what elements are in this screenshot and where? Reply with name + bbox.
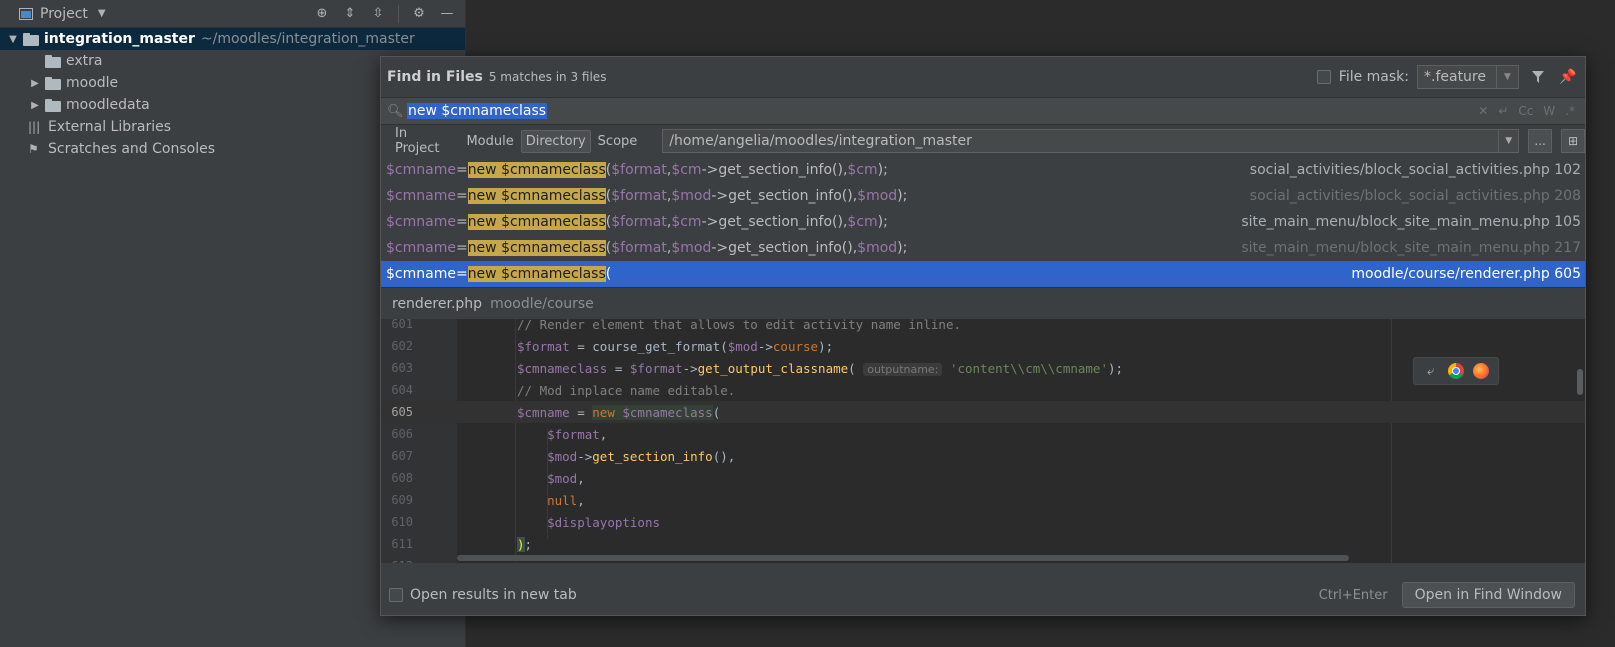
collapse-all-icon[interactable]: ⇳: [370, 6, 386, 22]
library-icon: |||: [28, 120, 41, 134]
result-file: social_activities/block_social_activitie…: [1249, 162, 1581, 178]
horizontal-scrollbar[interactable]: [457, 555, 1349, 561]
expand-all-icon[interactable]: ⇕: [342, 6, 358, 22]
locate-icon[interactable]: ⊕: [314, 6, 330, 22]
tree-item-label: External Libraries: [48, 119, 171, 135]
code-line: 606 $format,: [391, 426, 608, 442]
project-panel-title[interactable]: Project: [40, 6, 88, 22]
folder-icon: [45, 99, 61, 112]
directory-combo[interactable]: /home/angelia/moodles/integration_master…: [662, 129, 1520, 153]
whole-words-toggle[interactable]: W: [1543, 104, 1555, 118]
folder-icon: [45, 55, 61, 68]
result-row[interactable]: $cmname = new $cmnameclass($format, $mod…: [381, 235, 1585, 261]
file-mask-combo[interactable]: *.feature ▼: [1417, 65, 1519, 89]
match-highlight: new $cmnameclass: [467, 188, 606, 204]
result-file: social_activities/block_social_activitie…: [1249, 188, 1581, 204]
scope-tab-directory[interactable]: Directory: [520, 129, 591, 153]
result-row[interactable]: $cmname = new $cmnameclass($format, $mod…: [381, 183, 1585, 209]
match-highlight: new $cmnameclass: [467, 240, 606, 256]
code-line-current: 605 $cmname = new $cmnameclass(: [381, 401, 1585, 423]
code-line: 610 $displayoptions: [391, 514, 660, 530]
shortcut-hint: Ctrl+Enter: [1318, 587, 1388, 603]
open-in-new-tab-checkbox[interactable]: [389, 588, 403, 602]
search-icon[interactable]: 🔍︎: [387, 104, 407, 119]
tree-item-label: integration_master: [44, 31, 195, 47]
code-line: 602 $format = course_get_format($mod->co…: [391, 338, 834, 354]
scope-bar: In Project Module Directory Scope /home/…: [381, 123, 1586, 159]
filter-icon[interactable]: [1527, 66, 1549, 88]
tree-item-label: moodle: [66, 75, 119, 91]
file-mask-checkbox[interactable]: [1316, 70, 1331, 84]
file-mask-label[interactable]: File mask:: [1339, 69, 1409, 85]
result-file: site_main_menu/block_site_main_menu.php …: [1241, 240, 1581, 256]
result-row-selected[interactable]: $cmname = new $cmnameclass( moodle/cours…: [381, 261, 1585, 287]
find-dialog-title: Find in Files: [387, 69, 483, 85]
search-input[interactable]: new $cmnameclass: [407, 103, 548, 119]
match-highlight: new $cmnameclass: [467, 214, 606, 230]
vertical-scrollbar[interactable]: [1577, 369, 1583, 395]
match-count: 5 matches in 3 files: [488, 70, 607, 84]
result-row[interactable]: $cmname = new $cmnameclass($format, $cm -…: [381, 157, 1585, 183]
scope-tab-scope[interactable]: Scope: [594, 131, 642, 152]
soft-wrap-icon[interactable]: ⤶: [1423, 363, 1439, 379]
preview-header: renderer.php moodle/course: [381, 287, 1585, 319]
find-dialog-header: Find in Files 5 matches in 3 files File …: [381, 57, 1585, 97]
find-dialog-footer: Open results in new tab Ctrl+Enter Open …: [381, 575, 1585, 615]
chevron-down-icon[interactable]: ▼: [1498, 130, 1518, 152]
tree-item-label: moodledata: [66, 97, 150, 113]
project-window-icon: [18, 6, 34, 22]
chevron-right-icon[interactable]: ▶: [28, 78, 42, 89]
code-line: 607 $mod->get_section_info(),: [391, 448, 736, 464]
recursive-icon[interactable]: ⊞: [1561, 129, 1586, 153]
project-panel-header: Project ▼ ⊕ ⇕ ⇳ ⚙ —: [0, 0, 465, 28]
scope-tab-in-project[interactable]: In Project: [391, 123, 459, 159]
chevron-down-icon[interactable]: ▼: [98, 8, 106, 19]
chevron-down-icon[interactable]: ▼: [6, 34, 20, 45]
code-line: 604 // Mod inplace name editable.: [391, 382, 736, 398]
tree-item-integration-master[interactable]: ▼ integration_master ~/moodles/integrati…: [0, 28, 465, 50]
regex-toggle[interactable]: .*: [1565, 104, 1575, 118]
result-file: moodle/course/renderer.php 605: [1351, 266, 1581, 282]
open-in-find-window-button[interactable]: Open in Find Window: [1401, 582, 1575, 608]
browse-button[interactable]: ...: [1528, 129, 1553, 153]
code-line: 611 );: [391, 536, 533, 552]
results-list: $cmname = new $cmnameclass($format, $cm -…: [381, 157, 1585, 287]
new-line-icon[interactable]: ↵: [1498, 104, 1508, 118]
find-in-files-dialog: Find in Files 5 matches in 3 files File …: [380, 56, 1586, 616]
code-line: 601 // Render element that allows to edi…: [391, 319, 962, 332]
minimize-icon[interactable]: —: [439, 6, 455, 22]
folder-icon: [23, 33, 39, 46]
code-line: 609 null,: [391, 492, 585, 508]
tree-item-label: extra: [66, 53, 103, 69]
result-row[interactable]: $cmname = new $cmnameclass($format, $cm -…: [381, 209, 1585, 235]
result-file: site_main_menu/block_site_main_menu.php …: [1241, 214, 1581, 230]
match-case-toggle[interactable]: Cc: [1518, 104, 1533, 118]
file-mask-value: *.feature: [1424, 69, 1486, 85]
open-in-new-tab-label[interactable]: Open results in new tab: [410, 587, 577, 603]
match-highlight: new $cmnameclass: [467, 162, 606, 178]
search-bar[interactable]: 🔍︎ new $cmnameclass ✕ ↵ Cc W .*: [381, 97, 1585, 125]
code-line: 608 $mod,: [391, 470, 585, 486]
browser-preview-popup: ⤶: [1413, 357, 1499, 385]
tree-item-label: Scratches and Consoles: [48, 141, 215, 157]
directory-path: /home/angelia/moodles/integration_master: [669, 133, 972, 149]
scratches-icon: ⚑: [28, 142, 39, 156]
preview-file-dir: moodle/course: [490, 295, 594, 312]
clear-icon[interactable]: ✕: [1478, 104, 1488, 118]
scope-tab-module[interactable]: Module: [462, 131, 517, 152]
preview-file-name: renderer.php: [392, 295, 483, 312]
folder-icon: [45, 77, 61, 90]
code-line: 603 $cmnameclass = $format->get_output_c…: [391, 360, 1124, 376]
tree-item-path: ~/moodles/integration_master: [200, 31, 415, 47]
chrome-icon[interactable]: [1447, 363, 1464, 379]
gear-icon[interactable]: ⚙: [411, 6, 427, 22]
match-highlight: new $cmnameclass: [467, 266, 606, 282]
firefox-icon[interactable]: [1473, 363, 1490, 379]
chevron-down-icon[interactable]: ▼: [1496, 66, 1518, 88]
code-preview[interactable]: 601 // Render element that allows to edi…: [381, 319, 1585, 563]
pin-icon[interactable]: 📌: [1557, 66, 1579, 88]
chevron-right-icon[interactable]: ▶: [28, 100, 42, 111]
toolbar-separator: [398, 4, 399, 23]
